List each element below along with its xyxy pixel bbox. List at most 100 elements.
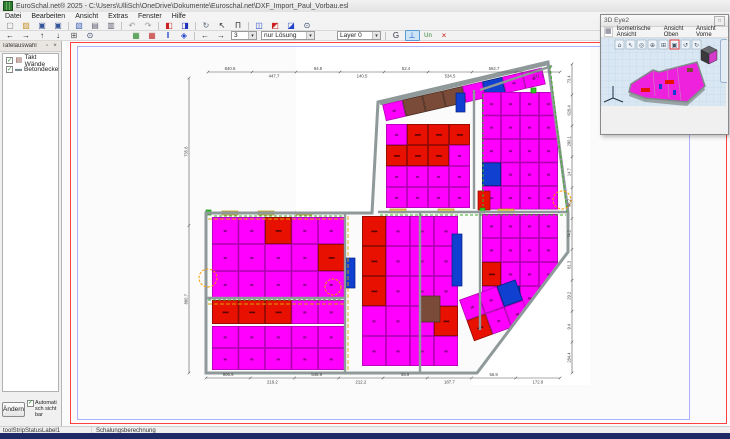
menu-extras[interactable]: Extras (103, 13, 133, 20)
checkbox[interactable]: ✓ (6, 57, 13, 64)
toolbar-separator (121, 22, 122, 30)
viewer-menu-isometrische-ansicht[interactable]: Isometrische Ansicht (617, 26, 660, 38)
change-button[interactable]: Ändern (2, 402, 25, 417)
panel-zone[interactable] (386, 124, 469, 207)
selection-tree: ✓▤Takt Wände✓▬Betondecke (2, 53, 59, 392)
table-delete-icon[interactable]: ▦ (145, 30, 160, 41)
red-panel[interactable] (478, 191, 490, 210)
green-panel[interactable] (531, 88, 536, 93)
delete-solution-icon[interactable]: × (437, 30, 452, 41)
ortho-mode-icon[interactable]: ⊥ (405, 30, 420, 41)
viewer-3d-viewport[interactable]: ⌂ ↖ ◎ ⊕ ⊞ ▣↺↻ (601, 38, 726, 106)
grid-snap-icon[interactable]: G (389, 30, 404, 41)
pause-columns-icon[interactable]: ‖ (161, 30, 176, 41)
combo-value: 3 (232, 32, 248, 39)
pin-icon[interactable]: ▫ (43, 42, 51, 50)
step-forward-icon[interactable]: → (214, 30, 229, 41)
sidebar-footer: Ändern ✓ Automatisch sichtbar (2, 394, 59, 424)
viewer-tool-rotate-left[interactable]: ↺ (681, 40, 690, 49)
viewer-3d-window[interactable]: 3D Eye2 □ ▦Isometrische AnsichtAnsicht O… (600, 14, 729, 135)
tree-item-betondecke[interactable]: ✓▬Betondecke (4, 65, 57, 74)
viewer-menu-ansicht-oben[interactable]: Ansicht Oben (664, 26, 692, 38)
chevron-down-icon[interactable]: ▾ (306, 32, 314, 39)
auto-visible-label: Automatisch sichtbar (35, 400, 59, 419)
taskbar (0, 433, 730, 439)
menu-ansicht[interactable]: Ansicht (70, 13, 103, 20)
close-icon[interactable]: × (51, 42, 59, 50)
slab-view-icon[interactable]: ◈ (177, 30, 192, 41)
toolbar-separator (68, 22, 69, 30)
brown-panel[interactable] (420, 296, 440, 322)
svg-text:⊞: ⊞ (661, 42, 666, 49)
menu-datei[interactable]: Datei (0, 13, 26, 20)
step-back-icon[interactable]: ← (198, 30, 213, 41)
tree-item-takt-wände[interactable]: ✓▤Takt Wände (4, 56, 57, 65)
viewer-tool-zoom-window[interactable]: ⊞ (659, 40, 668, 49)
chevron-down-icon[interactable]: ▾ (372, 32, 380, 39)
toolbar-separator (158, 22, 159, 30)
auto-visible-checkbox[interactable]: ✓ (27, 400, 34, 407)
svg-text:562.7: 562.7 (489, 66, 500, 71)
slab-panel[interactable] (482, 163, 500, 186)
menu-fenster[interactable]: Fenster (133, 13, 167, 20)
viewer-side-tab[interactable] (720, 39, 727, 83)
print-preview-icon[interactable]: ▥ (104, 20, 119, 31)
svg-text:↖: ↖ (628, 42, 633, 49)
navigation-cube[interactable] (701, 46, 717, 64)
view-panels-red-icon[interactable]: ◩ (268, 20, 283, 31)
view-panels-blue-icon[interactable]: ◫ (252, 20, 267, 31)
svg-text:906.9: 906.9 (223, 372, 234, 377)
menu-hilfe[interactable]: Hilfe (167, 13, 191, 20)
chevron-down-icon[interactable]: ▾ (248, 32, 256, 39)
wall-tool-icon[interactable]: Π (231, 20, 246, 31)
solution-select[interactable]: nur Lösung▾ (261, 31, 315, 40)
pan-down-icon[interactable]: ↓ (51, 30, 66, 41)
viewer-tool-orbit[interactable]: ◎ (637, 40, 646, 49)
viewer-menu-icon[interactable]: ▦ (604, 27, 613, 37)
pan-up-icon[interactable]: ↑ (35, 30, 50, 41)
zoom-icon[interactable]: ⊙ (300, 20, 315, 31)
viewer-tool-home[interactable]: ⌂ (615, 40, 624, 49)
sidebar-panel: Tafelauswahl ▫ × ✓▤Takt Wände✓▬Betondeck… (0, 41, 62, 426)
blue-panel[interactable] (456, 93, 465, 112)
viewer-tool-rotate-right[interactable]: ↻ (692, 40, 701, 49)
svg-text:⊕: ⊕ (650, 42, 655, 49)
viewer-menu-ansicht-vorne[interactable]: Ansicht Vorne (696, 26, 725, 38)
svg-text:140.5: 140.5 (357, 74, 368, 79)
svg-text:212.2: 212.2 (355, 380, 366, 385)
pan-right-icon[interactable]: → (19, 30, 34, 41)
svg-text:94.5: 94.5 (314, 66, 323, 71)
svg-text:628.4: 628.4 (567, 105, 572, 116)
blue-panel[interactable] (346, 258, 355, 288)
combo-value: nur Lösung (262, 32, 306, 39)
svg-text:73.4: 73.4 (567, 75, 572, 84)
svg-text:56.9: 56.9 (401, 372, 410, 377)
takt-select[interactable]: 3▾ (231, 31, 257, 40)
panel-zone[interactable] (482, 92, 557, 209)
units-icon[interactable]: Un (421, 30, 436, 41)
panel-zone[interactable] (362, 216, 457, 365)
svg-text:241.7: 241.7 (533, 74, 544, 79)
svg-text:▣: ▣ (672, 42, 678, 49)
zoom-window-icon[interactable]: ⊞ (67, 30, 82, 41)
viewer-tool-zoom-in[interactable]: ⊕ (648, 40, 657, 49)
svg-text:219.2: 219.2 (267, 380, 278, 385)
viewer-dock-button[interactable]: □ (714, 16, 725, 26)
layer-select[interactable]: Layer 0▾ (337, 31, 381, 40)
checkbox[interactable]: ✓ (6, 66, 13, 73)
tree-item-label: Betondecke (24, 66, 58, 73)
zoom-tool-icon[interactable]: ⊙ (83, 30, 98, 41)
menu-bearbeiten[interactable]: Bearbeiten (26, 13, 70, 20)
toolbar-separator (248, 22, 249, 30)
svg-text:187.7: 187.7 (444, 380, 455, 385)
panel-zone[interactable] (212, 326, 344, 369)
view-panels-mix-icon[interactable]: ◪ (284, 20, 299, 31)
viewer-tool-select[interactable]: ↖ (626, 40, 635, 49)
table-green-icon[interactable]: ▦ (129, 30, 144, 41)
panel-zone[interactable] (212, 217, 344, 297)
svg-text:880.7: 880.7 (184, 293, 189, 304)
viewer-menubar: ▦ Isometrische Ansicht Ansicht Oben Ansicht… (601, 27, 728, 38)
viewer-tool-view-mode[interactable]: ▣ (670, 40, 679, 49)
blue-panel[interactable] (452, 234, 462, 286)
pan-left-icon[interactable]: ← (3, 30, 18, 41)
